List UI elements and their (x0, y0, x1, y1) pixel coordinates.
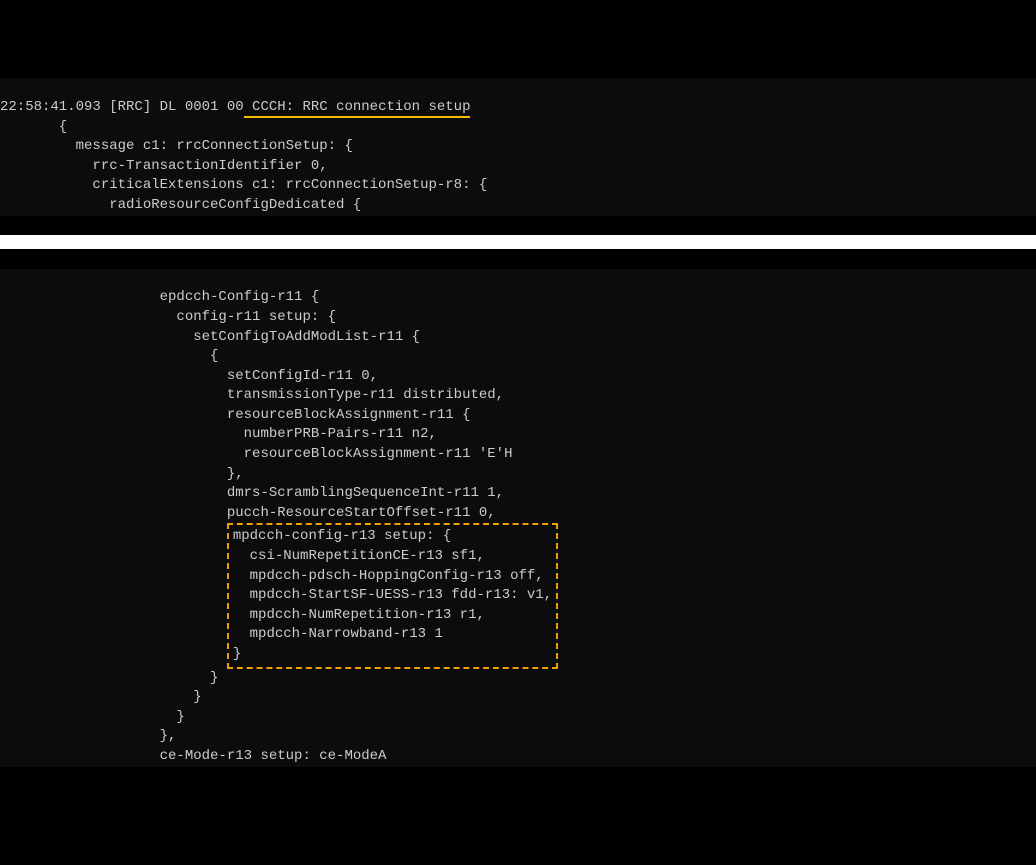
log-line: setConfigId-r11 0, (0, 368, 378, 384)
log-line: config-r11 setup: { (0, 309, 336, 325)
log-line: mpdcch-config-r13 setup: { (233, 528, 451, 544)
highlighted-config-box: mpdcch-config-r13 setup: { csi-NumRepeti… (227, 523, 558, 668)
log-line: numberPRB-Pairs-r11 n2, (0, 426, 437, 442)
log-line: setConfigToAddModList-r11 { (0, 329, 420, 345)
log-line: epdcch-Config-r11 { (0, 289, 319, 305)
log-line: } (0, 709, 185, 725)
log-line: transmissionType-r11 distributed, (0, 387, 504, 403)
log-line: }, (0, 466, 244, 482)
log-line: rrc-TransactionIdentifier 0, (0, 158, 328, 174)
log-line: mpdcch-Narrowband-r13 1 (233, 626, 443, 642)
log-line: resourceBlockAssignment-r11 'E'H (0, 446, 512, 462)
log-timestamp-prefix: 22:58:41.093 [RRC] DL 0001 00 (0, 99, 244, 115)
log-line: message c1: rrcConnectionSetup: { (0, 138, 353, 154)
log-output: 22:58:41.093 [RRC] DL 0001 00 CCCH: RRC … (0, 78, 1036, 215)
log-line: mpdcch-NumRepetition-r13 r1, (233, 607, 485, 623)
log-line: { (0, 119, 67, 135)
log-line: mpdcch-StartSF-UESS-r13 fdd-r13: v1, (233, 587, 552, 603)
log-line: }, (0, 728, 176, 744)
log-line: dmrs-ScramblingSequenceInt-r11 1, (0, 485, 504, 501)
log-line: } (0, 670, 218, 686)
log-line: } (0, 689, 202, 705)
log-line: csi-NumRepetitionCE-r13 sf1, (233, 548, 485, 564)
log-line: radioResourceConfigDedicated { (0, 197, 361, 213)
log-message-title: CCCH: RRC connection setup (244, 99, 471, 118)
log-line: mpdcch-pdsch-HoppingConfig-r13 off, (233, 568, 544, 584)
log-line: criticalExtensions c1: rrcConnectionSetu… (0, 177, 487, 193)
log-line: { (0, 348, 218, 364)
log-output-continued: epdcch-Config-r11 { config-r11 setup: { … (0, 269, 1036, 767)
log-line: pucch-ResourceStartOffset-r11 0, (0, 505, 496, 521)
box-indent (0, 646, 227, 662)
separator-gap (0, 235, 1036, 249)
log-line: resourceBlockAssignment-r11 { (0, 407, 470, 423)
log-line: ce-Mode-r13 setup: ce-ModeA (0, 748, 386, 764)
log-line: } (233, 646, 241, 662)
